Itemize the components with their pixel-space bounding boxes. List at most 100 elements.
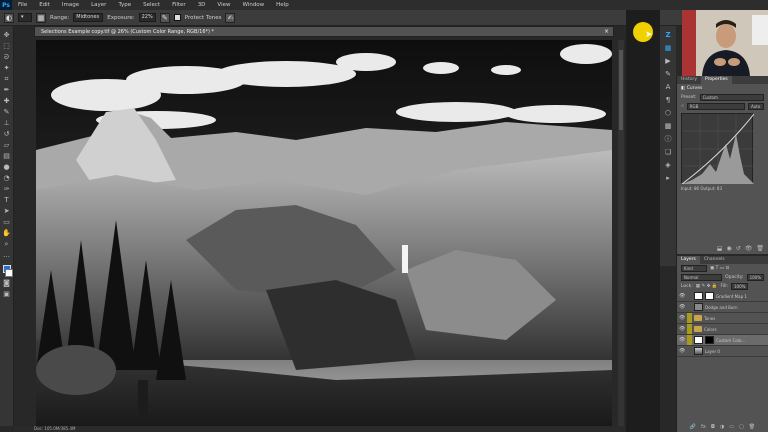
layer-row-layer-0[interactable]: 👁 Layer 0 (677, 346, 768, 357)
menu-file[interactable]: File (12, 2, 33, 8)
adjustment-icon[interactable]: ◑ (720, 424, 724, 430)
input-value[interactable]: 86 (694, 186, 699, 191)
menu-layer[interactable]: Layer (85, 2, 112, 8)
menu-help[interactable]: Help (270, 2, 295, 8)
background-color-swatch[interactable] (5, 269, 13, 277)
gradient-tool-icon[interactable]: ▤ (1, 151, 12, 161)
menu-edit[interactable]: Edit (33, 2, 56, 8)
tab-channels[interactable]: Channels (700, 256, 729, 264)
document-image[interactable] (36, 40, 612, 426)
menu-image[interactable]: Image (56, 2, 85, 8)
output-value[interactable]: 83 (717, 186, 722, 191)
eye-icon[interactable]: 👁 (679, 326, 685, 332)
layer-row-gradient-map[interactable]: 👁 Gradient Map 1 (677, 291, 768, 302)
tool-preset-icon[interactable]: ◐ (4, 12, 14, 23)
blur-tool-icon[interactable]: ● (1, 162, 12, 172)
menu-filter[interactable]: Filter (166, 2, 192, 8)
history-brush-tool-icon[interactable]: ↺ (1, 129, 12, 139)
exposure-field[interactable]: 22% (138, 13, 156, 22)
pressure-icon[interactable]: ✍ (225, 12, 236, 23)
shape-tool-icon[interactable]: ▭ (1, 217, 12, 227)
brush-panel-icon[interactable]: ▦ (36, 12, 46, 23)
new-group-icon[interactable]: ▭ (729, 424, 734, 430)
eye-icon[interactable]: 👁 (679, 315, 685, 321)
quick-select-tool-icon[interactable]: ✦ (1, 63, 12, 73)
hand-tool-icon[interactable]: ✋ (1, 228, 12, 238)
layer-row-custom-color[interactable]: 👁 Custom Colo... (677, 335, 768, 346)
edit-toolbar-icon[interactable]: … (1, 250, 12, 260)
screen-mode-icon[interactable]: ▣ (1, 289, 12, 299)
clip-to-layer-icon[interactable]: ⬓ (717, 245, 723, 252)
grid-panel-icon[interactable]: ▦ (663, 43, 673, 53)
eraser-tool-icon[interactable]: ▱ (1, 140, 12, 150)
brush-settings-icon[interactable]: ✎ (663, 69, 673, 79)
scrollbar-thumb[interactable] (619, 50, 623, 130)
pen-tool-icon[interactable]: ✑ (1, 184, 12, 194)
vertical-scrollbar[interactable] (618, 40, 624, 426)
brush-tool-icon[interactable]: ✎ (1, 107, 12, 117)
tab-properties[interactable]: Properties (701, 76, 732, 84)
tab-layers[interactable]: Layers (677, 256, 700, 264)
play-icon[interactable]: ▶ (663, 56, 673, 66)
healing-tool-icon[interactable]: ✚ (1, 96, 12, 106)
blend-mode-select[interactable]: Normal (681, 274, 723, 281)
layer-row-colors[interactable]: 👁 Colors (677, 324, 768, 335)
swatches-icon[interactable]: ▩ (663, 121, 673, 131)
move-tool-icon[interactable]: ✥ (1, 30, 12, 40)
layer-row-dodge-burn[interactable]: 👁 Dodge and Burn (677, 302, 768, 313)
fx-icon[interactable]: fx (701, 424, 706, 430)
menu-view[interactable]: View (211, 2, 236, 8)
visibility-icon[interactable]: 👁 (745, 245, 753, 252)
eye-icon[interactable]: 👁 (679, 337, 685, 343)
tab-history[interactable]: History (677, 76, 701, 84)
info-icon[interactable]: ⓘ (663, 134, 673, 144)
libraries-icon[interactable]: ❏ (663, 147, 673, 157)
curves-graph[interactable] (681, 113, 755, 185)
auto-button[interactable]: Auto (748, 103, 764, 110)
eyedropper-tool-icon[interactable]: ✒ (1, 85, 12, 95)
dodge-tool-icon[interactable]: ◔ (1, 173, 12, 183)
menu-window[interactable]: Window (236, 2, 270, 8)
clone-stamp-tool-icon[interactable]: ⊥ (1, 118, 12, 128)
brush-size-picker[interactable]: ▾ (18, 13, 32, 22)
lock-icons[interactable]: ▦ ✎ ✥ 🔒 (696, 284, 718, 289)
eye-icon[interactable]: 👁 (679, 348, 685, 354)
zoom-tool-icon[interactable]: ⌕ (1, 239, 12, 249)
z-panel-icon[interactable]: Z (663, 30, 673, 40)
protect-tones-checkbox[interactable] (173, 14, 181, 21)
hand-adjust-icon[interactable]: ☝ (681, 104, 684, 109)
preset-select[interactable]: Custom (699, 94, 764, 101)
fill-field[interactable]: 100% (731, 283, 749, 290)
menu-type[interactable]: Type (112, 2, 137, 8)
actions-icon[interactable]: ▸ (663, 173, 673, 183)
add-mask-icon[interactable]: ◘ (711, 424, 715, 430)
link-icon[interactable]: 🔗 (690, 424, 696, 430)
channel-select[interactable]: RGB (686, 103, 745, 110)
eye-icon[interactable]: 👁 (679, 304, 685, 310)
close-icon[interactable]: × (604, 27, 609, 37)
trash-icon[interactable]: 🗑 (756, 245, 764, 252)
crop-tool-icon[interactable]: ⌗ (1, 74, 12, 84)
3d-icon[interactable]: ⬡ (663, 108, 673, 118)
lasso-tool-icon[interactable]: ᘐ (1, 52, 12, 62)
menu-3d[interactable]: 3D (192, 2, 212, 8)
filter-icons[interactable]: ▣ T ▭ ⊡ (710, 266, 729, 271)
character-icon[interactable]: A (663, 82, 673, 92)
type-tool-icon[interactable]: T (1, 195, 12, 205)
path-select-tool-icon[interactable]: ➤ (1, 206, 12, 216)
marquee-tool-icon[interactable]: ⬚ (1, 41, 12, 51)
navigator-icon[interactable]: ◈ (663, 160, 673, 170)
airbrush-icon[interactable]: ✎ (159, 12, 170, 23)
menu-select[interactable]: Select (137, 2, 166, 8)
trash-icon[interactable]: 🗑 (749, 424, 755, 430)
layer-kind-filter[interactable]: Kind (681, 265, 707, 272)
paragraph-icon[interactable]: ¶ (663, 95, 673, 105)
view-previous-icon[interactable]: ◉ (726, 245, 731, 252)
new-layer-icon[interactable]: ▢ (739, 424, 744, 430)
opacity-field[interactable]: 100% (746, 274, 764, 281)
reset-icon[interactable]: ↺ (736, 245, 741, 252)
quick-mask-icon[interactable]: ◙ (1, 278, 12, 288)
range-select[interactable]: Midtones (73, 13, 104, 22)
document-tab[interactable]: Selections Example copy.tif @ 26% (Custo… (34, 26, 614, 37)
eye-icon[interactable]: 👁 (679, 293, 685, 299)
